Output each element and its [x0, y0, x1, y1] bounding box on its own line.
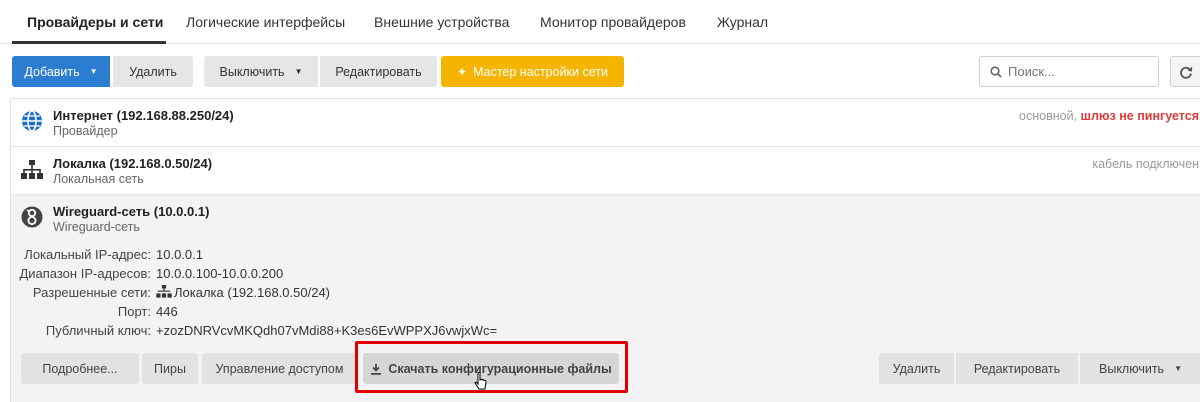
- status-main: основной,: [1019, 109, 1081, 123]
- peers-button[interactable]: Пиры: [142, 353, 198, 384]
- disable-button[interactable]: Выключить ▼: [204, 56, 318, 87]
- wireguard-icon: [21, 206, 43, 228]
- tab-external-devices[interactable]: Внешние устройства: [374, 14, 509, 30]
- network-icon: [21, 160, 43, 179]
- details-label: Подробнее...: [42, 361, 118, 376]
- globe-icon: [22, 110, 42, 132]
- field-local-ip: Локальный IP-адрес: 10.0.0.1: [11, 247, 611, 265]
- details-button[interactable]: Подробнее...: [21, 353, 139, 384]
- wg-edit-button[interactable]: Редактировать: [956, 353, 1078, 384]
- field-label: Публичный ключ:: [45, 323, 151, 338]
- annotation-highlight: [355, 341, 628, 393]
- tab-provider-monitor[interactable]: Монитор провайдеров: [540, 14, 686, 30]
- search-box: [979, 56, 1159, 87]
- row-status: основной, шлюз не пингуется: [1019, 109, 1199, 123]
- list-item-local[interactable]: Локалка (192.168.0.50/24) Локальная сеть…: [11, 147, 1200, 195]
- field-allowed-networks: Разрешенные сети: Локалка (192.168.0.50/…: [11, 285, 611, 303]
- wg-disable-button[interactable]: Выключить ▼: [1080, 353, 1200, 384]
- access-control-button[interactable]: Управление доступом: [202, 353, 357, 384]
- field-value: +zozDNRVcvMKQdh07vMdi88+K3es6EvWPPXJ6vwj…: [156, 323, 498, 338]
- tab-providers[interactable]: Провайдеры и сети: [27, 14, 163, 30]
- edit-button[interactable]: Редактировать: [320, 56, 437, 87]
- peers-label: Пиры: [154, 361, 186, 376]
- status-alert: шлюз не пингуется: [1080, 109, 1199, 123]
- network-wizard-label: Мастер настройки сети: [473, 64, 608, 79]
- field-public-key: Публичный ключ: +zozDNRVcvMKQdh07vMdi88+…: [11, 323, 611, 341]
- row-title: Локалка (192.168.0.50/24): [53, 156, 213, 171]
- tab-journal[interactable]: Журнал: [717, 14, 768, 30]
- chevron-down-icon: ▼: [1174, 364, 1182, 373]
- field-label: Разрешенные сети:: [32, 285, 151, 300]
- edit-button-label: Редактировать: [335, 64, 422, 79]
- row-title: Wireguard-сеть (10.0.0.1): [53, 204, 210, 219]
- disable-button-label: Выключить: [219, 64, 285, 79]
- field-value: 446: [156, 304, 178, 319]
- wg-disable-label: Выключить: [1099, 361, 1165, 376]
- tab-bar: Провайдеры и сети Логические интерфейсы …: [0, 0, 1200, 44]
- field-ip-range: Диапазон IP-адресов: 10.0.0.100-10.0.0.2…: [11, 266, 611, 284]
- add-button-label: Добавить: [24, 64, 80, 79]
- search-input[interactable]: [1008, 64, 1128, 79]
- field-value: 10.0.0.100-10.0.0.200: [156, 266, 284, 281]
- network-wizard-button[interactable]: ✦ Мастер настройки сети: [441, 56, 624, 87]
- refresh-button[interactable]: [1170, 56, 1200, 87]
- field-label: Диапазон IP-адресов:: [19, 266, 151, 281]
- add-button[interactable]: Добавить ▼: [12, 56, 110, 87]
- refresh-icon: [1180, 66, 1193, 79]
- delete-button[interactable]: Удалить: [113, 56, 193, 87]
- access-label: Управление доступом: [215, 361, 344, 376]
- wg-edit-label: Редактировать: [973, 361, 1061, 376]
- row-subtitle: Wireguard-сеть: [53, 220, 140, 234]
- row-status: кабель подключен: [1092, 157, 1199, 171]
- search-icon: [990, 65, 1002, 78]
- row-title: Интернет (192.168.88.250/24): [53, 108, 234, 123]
- field-value-wrap: Локалка (192.168.0.50/24): [156, 285, 330, 300]
- network-icon: [156, 285, 172, 298]
- list-item-internet[interactable]: Интернет (192.168.88.250/24) Провайдер о…: [11, 99, 1200, 147]
- delete-button-label: Удалить: [129, 64, 177, 79]
- tab-logical-interfaces[interactable]: Логические интерфейсы: [186, 14, 345, 30]
- row-subtitle: Провайдер: [53, 124, 118, 138]
- chevron-down-icon: ▼: [294, 67, 303, 76]
- active-tab-indicator: [12, 41, 166, 44]
- field-value: 10.0.0.1: [156, 247, 203, 262]
- field-port: Порт: 446: [11, 304, 611, 322]
- row-subtitle: Локальная сеть: [53, 172, 144, 186]
- wg-delete-button[interactable]: Удалить: [879, 353, 954, 384]
- field-value[interactable]: Локалка (192.168.0.50/24): [174, 285, 330, 300]
- wg-delete-label: Удалить: [892, 361, 941, 376]
- field-label: Локальный IP-адрес:: [24, 247, 151, 262]
- magic-wand-icon: ✦: [457, 64, 468, 79]
- field-label: Порт:: [117, 304, 151, 319]
- chevron-down-icon: ▼: [89, 67, 98, 76]
- mouse-cursor-icon: [474, 372, 487, 390]
